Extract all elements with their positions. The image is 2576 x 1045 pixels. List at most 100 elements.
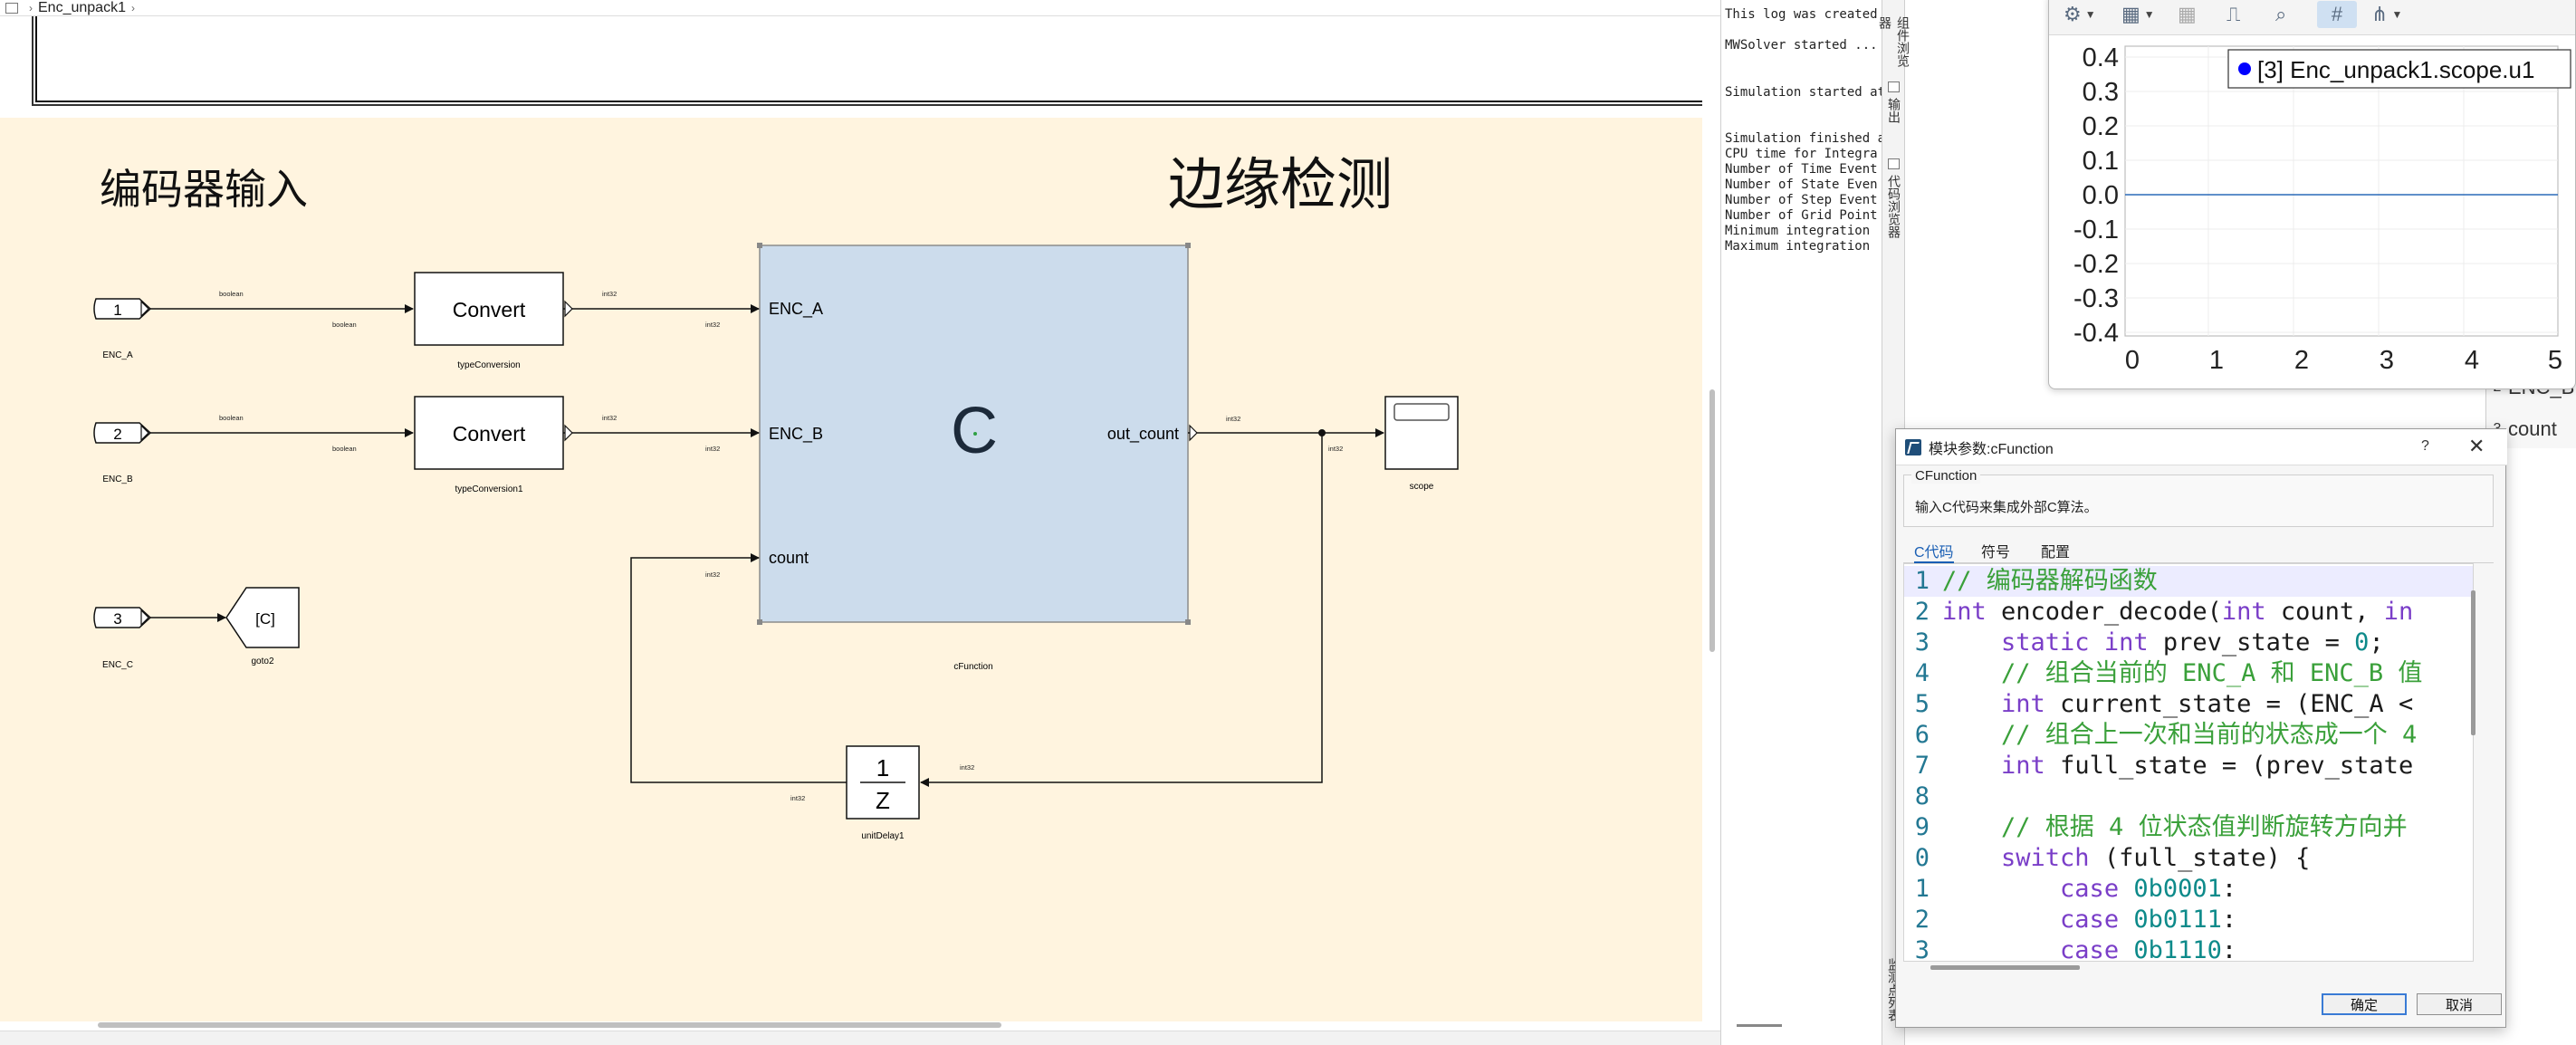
signal-type-label: boolean (219, 290, 244, 298)
code-token: // 组合上一次和当前的状态成一个 4 (2001, 721, 2418, 749)
log-line: Simulation started at (1725, 85, 1882, 100)
code-token: static int (2001, 628, 2149, 657)
tab-code-browser[interactable]: 代码浏览器 (1882, 158, 1906, 258)
x-tick-label: 4 (2465, 346, 2479, 375)
model-canvas-pane: › Enc_unpack1 › 编码器输入 边缘检测 1 ENC_A 2 ENC… (0, 0, 1720, 1045)
log-line: Number of Time Event (1725, 162, 1878, 177)
output-icon (1888, 81, 1900, 92)
line-number: 1 (1914, 875, 1930, 903)
code-line[interactable]: 8 (1904, 781, 2473, 812)
code-line[interactable]: 6 // 组合上一次和当前的状态成一个 4 (1904, 720, 2473, 751)
code-line[interactable]: 5 int current_state = (ENC_A < (1904, 689, 2473, 720)
y-tick-label: -0.3 (2073, 284, 2119, 313)
convert-label: Convert (453, 298, 526, 321)
code-line[interactable]: 9 // 根据 4 位状态值判断旋转方向并 (1904, 812, 2473, 843)
scope-window[interactable]: ⚙ ▼ ▦ ▼ ▦ ⎍ ⌕ # ⋔ ▼ 0.4 0.3 0.2 0.1 0.0 … (2048, 0, 2576, 389)
upper-subsystem-area (0, 16, 1702, 118)
log-line: Simulation finished at (1725, 131, 1882, 146)
line-number: 0 (1914, 844, 1930, 872)
y-tick-labels: 0.4 0.3 0.2 0.1 0.0 -0.1 -0.2 -0.3 -0.4 (2073, 43, 2119, 348)
ok-button[interactable]: 确定 (2322, 993, 2407, 1015)
code-line[interactable]: 3 case 0b1110: (1904, 935, 2473, 961)
signal-type-label: int32 (602, 414, 617, 422)
breadcrumb-model[interactable]: Enc_unpack1 (38, 0, 126, 16)
code-token: in (2383, 598, 2414, 626)
tab-c-code[interactable]: C代码 (1914, 540, 1954, 563)
convert-label: Convert (453, 422, 526, 446)
tab-label: 组件浏览器 (1878, 16, 1910, 67)
code-token: : (2221, 875, 2237, 903)
dialog-title: 模块参数:cFunction (1929, 441, 2054, 457)
goto-block[interactable]: [C] goto2 (225, 587, 300, 666)
cancel-button[interactable]: 取消 (2417, 993, 2502, 1015)
log-line: Minimum integration (1725, 224, 1871, 238)
cfunction-block[interactable]: ENC_A ENC_B count out_count C cFunction (757, 243, 1191, 672)
close-button[interactable]: ✕ (2468, 435, 2485, 458)
code-line[interactable]: 1 // 编码器解码函数 (1904, 566, 2473, 597)
block-parameters-dialog[interactable]: 模块参数:cFunction ? ✕ CFunction 输入C代码来集成外部C… (1895, 428, 2507, 1028)
signal-type-label: int32 (960, 763, 974, 772)
code-line[interactable]: 4 // 组合当前的 ENC_A 和 ENC_B 值 (1904, 658, 2473, 689)
breadcrumb: › Enc_unpack1 › (0, 0, 1720, 16)
convert-block-a[interactable]: Convert typeConversion (414, 272, 564, 370)
code-token: case (2060, 875, 2120, 903)
block-diagram[interactable]: 编码器输入 边缘检测 1 ENC_A 2 ENC_B 3 ENC_C Conve… (0, 16, 1702, 1021)
delay-denominator: Z (876, 787, 890, 814)
code-text: // 组合上一次和当前的状态成一个 4 (1942, 720, 2417, 751)
signal-type-label: boolean (332, 445, 357, 453)
scope-name: scope (1410, 482, 1434, 492)
app-root: › Enc_unpack1 › 编码器输入 边缘检测 1 ENC_A 2 ENC… (0, 0, 2576, 1045)
output-log-pane[interactable]: This log was created b MWSolver started … (1720, 0, 1882, 1045)
code-vertical-scrollbar[interactable] (2471, 590, 2475, 735)
tab-label: 代码浏览器 (1887, 175, 1901, 238)
branch-point (1318, 429, 1326, 436)
code-line[interactable]: 2 int encoder_decode(int count, in (1904, 597, 2473, 628)
code-line[interactable]: 0 switch (full_state) { (1904, 843, 2473, 874)
diagram-svg[interactable]: 编码器输入 边缘检测 1 ENC_A 2 ENC_B 3 ENC_C Conve… (0, 16, 1702, 1021)
delay-name: unitDelay1 (861, 831, 905, 841)
convert-block-b[interactable]: Convert typeConversion1 (414, 396, 564, 494)
canvas-vertical-scrollbar[interactable] (1709, 389, 1715, 652)
code-text: // 组合当前的 ENC_A 和 ENC_B 值 (1942, 658, 2422, 689)
dialog-title-bar[interactable]: 模块参数:cFunction ? ✕ (1896, 429, 2507, 465)
code-token: (full_state) { (2089, 844, 2311, 872)
inport-name: ENC_B (102, 475, 133, 484)
plot-frame (2124, 45, 2559, 337)
help-button[interactable]: ? (2421, 438, 2429, 455)
port-count: count (769, 549, 809, 567)
code-line[interactable]: 2 case 0b0111: (1904, 905, 2473, 935)
tab-output[interactable]: 输出 (1882, 81, 1906, 145)
tab-symbols[interactable]: 符号 (1981, 540, 2010, 563)
code-line[interactable]: 3 static int prev_state = 0; (1904, 628, 2473, 658)
area-title-edge: 边缘检测 (1168, 151, 1393, 217)
canvas-horizontal-scrollbar[interactable] (98, 1022, 1001, 1028)
code-editor[interactable]: 1 // 编码器解码函数 2 int encoder_decode(int count… (1903, 563, 2474, 962)
signal-type-label: int32 (790, 794, 805, 802)
code-text: // 根据 4 位状态值判断旋转方向并 (1942, 812, 2408, 843)
code-token: int (2001, 752, 2045, 780)
code-line[interactable]: 7 int full_state = (prev_state (1904, 751, 2473, 781)
area-title-input: 编码器输入 (100, 165, 308, 214)
code-horizontal-scrollbar[interactable] (1930, 965, 2080, 970)
code-line[interactable]: 1 case 0b0001: (1904, 874, 2473, 905)
scope-block[interactable]: scope (1384, 396, 1459, 492)
goto-name: goto2 (251, 657, 273, 666)
group-label: CFunction (1911, 468, 1981, 484)
tab-component-browser[interactable]: 组件浏览器 (1878, 0, 1910, 72)
code-token: // 根据 4 位状态值判断旋转方向并 (2001, 813, 2408, 841)
code-token: full_state = (prev_state (2045, 752, 2414, 780)
plot-legend[interactable]: [3] Enc_unpack1.scope.u1 (2227, 49, 2571, 89)
line-number: 8 (1914, 782, 1930, 810)
log-horizontal-scrollbar[interactable] (1737, 1024, 1782, 1027)
convert-name: typeConversion (457, 360, 520, 370)
tab-config[interactable]: 配置 (2041, 540, 2070, 563)
line-number: 9 (1914, 813, 1930, 841)
unit-delay-block[interactable]: 1 Z unitDelay1 (846, 745, 920, 841)
code-text: int encoder_decode(int count, in (1942, 597, 2413, 628)
code-token: ; (2369, 628, 2384, 657)
log-line: Number of State Even (1725, 177, 1878, 192)
